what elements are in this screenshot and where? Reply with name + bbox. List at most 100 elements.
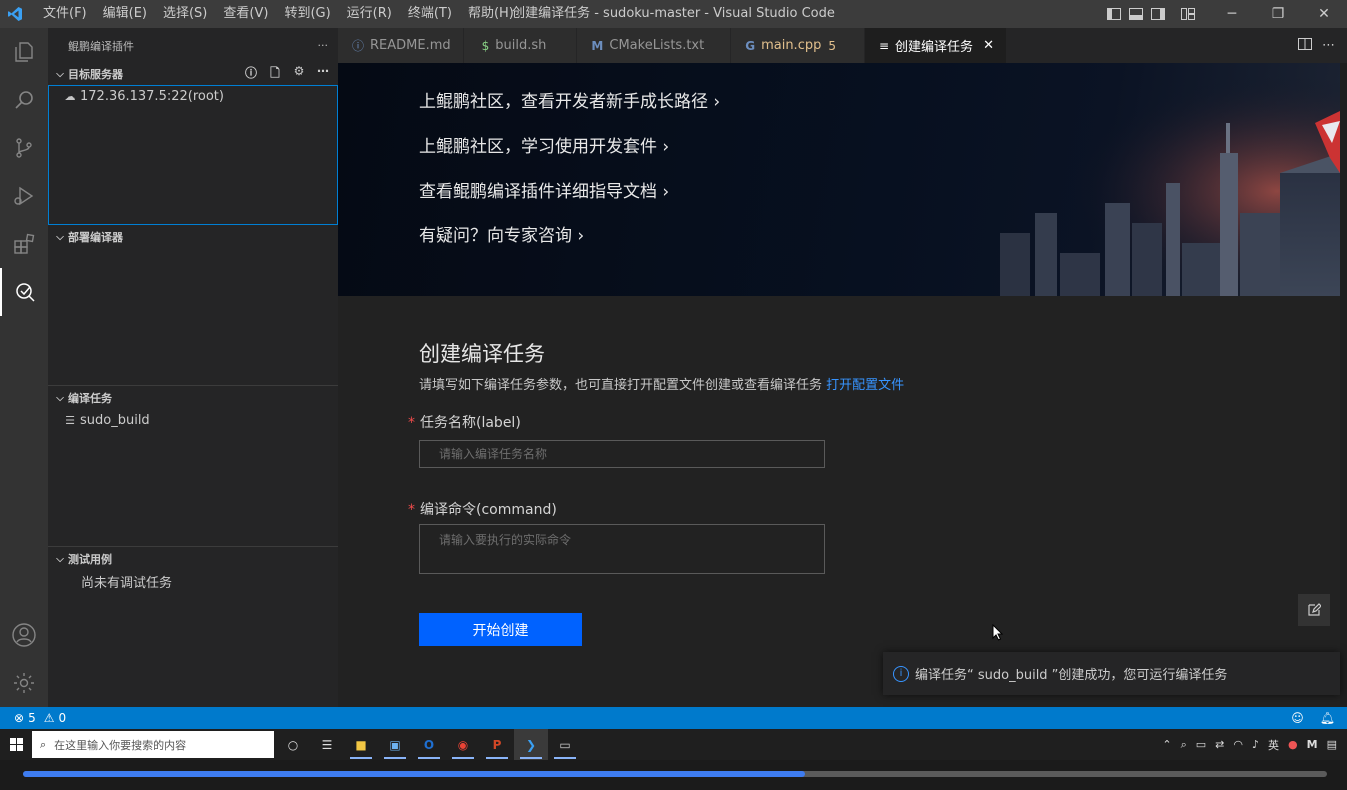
wifi-icon[interactable]: ◠ (1233, 738, 1243, 751)
toggle-secondary-sidebar-icon[interactable] (1147, 0, 1169, 28)
lines-icon: ≡ (878, 38, 890, 53)
terminal-icon[interactable]: ▭ (548, 729, 582, 760)
menu-run[interactable]: 运行(R) (339, 0, 400, 28)
vscode-logo-icon (0, 0, 30, 28)
tab-readme[interactable]: ⓘ README.md (338, 28, 464, 63)
info-icon: ⓘ (352, 39, 365, 53)
settings-gear-icon[interactable] (0, 659, 48, 707)
empty-test-message: 尚未有调试任务 (81, 575, 173, 591)
help-icon[interactable]: ⓘ (242, 64, 260, 85)
required-mark: * (408, 415, 415, 431)
vscode-task-icon[interactable]: ❯ (514, 729, 548, 760)
account-icon[interactable] (0, 611, 48, 659)
outlook-icon[interactable]: O (412, 729, 446, 760)
search-placeholder: 在这里输入你要搜索的内容 (54, 738, 187, 752)
microphone-icon[interactable]: ⌕ (1181, 738, 1187, 752)
remote-desktop-icon[interactable]: ▣ (378, 729, 412, 760)
command-label: * 编译命令(command) (408, 502, 557, 518)
open-config-link[interactable]: 打开配置文件 (826, 378, 904, 393)
banner-link-ask-expert[interactable]: 有疑问？向专家咨询 › (419, 221, 584, 246)
menu-edit[interactable]: 编辑(E) (95, 0, 155, 28)
chevron-down-icon: ⌵ (56, 68, 64, 80)
file-explorer-icon[interactable]: ■ (344, 729, 378, 760)
chevron-down-icon: ⌵ (56, 553, 64, 565)
windows-taskbar: ⌕ 在这里输入你要搜索的内容 ○ ☰ ■ ▣ O ◉ P ❯ ▭ ⌃ ⌕ ▭ ⇄… (0, 729, 1347, 760)
banner-link-dev-kit[interactable]: 上鲲鹏社区，学习使用开发套件 › (419, 132, 669, 157)
sidebar-more-icon[interactable]: ··· (318, 39, 329, 52)
tab-cmakelists[interactable]: M CMakeLists.txt (577, 28, 732, 63)
taskbar-search[interactable]: ⌕ 在这里输入你要搜索的内容 (32, 731, 274, 758)
volume-icon[interactable]: ♪ (1252, 738, 1259, 751)
section-title: 目标服务器 (68, 68, 123, 81)
source-control-icon[interactable] (0, 124, 48, 172)
sidebar-header: 鲲鹏编译插件 ··· (48, 28, 338, 63)
divider (48, 546, 338, 547)
run-debug-icon[interactable] (0, 172, 48, 220)
input-language[interactable]: 英 (1268, 737, 1279, 753)
gear-icon[interactable]: ⚙ (290, 64, 308, 85)
tab-create-compile-task[interactable]: ≡ 创建编译任务 ✕ (864, 28, 1007, 63)
tab-label: CMakeLists.txt (609, 38, 705, 53)
search-icon[interactable] (0, 76, 48, 124)
tab-build-sh[interactable]: $ build.sh (463, 28, 578, 63)
toggle-primary-sidebar-icon[interactable] (1103, 0, 1125, 28)
menu-view[interactable]: 查看(V) (215, 0, 276, 28)
action-center-icon[interactable]: ▤ (1327, 738, 1337, 751)
form-title: 创建编译任务 (419, 342, 545, 366)
problems-indicator[interactable]: ⊗ 5 ⚠ 0 (0, 711, 66, 725)
banner-link-growth-path[interactable]: 上鲲鹏社区，查看开发者新手成长路径 › (419, 87, 720, 112)
menu-help[interactable]: 帮助(H) (460, 0, 522, 28)
chrome-icon[interactable]: ◉ (446, 729, 480, 760)
notification-toast: i 编译任务“ sudo_build ”创建成功，您可运行编译任务 (883, 652, 1340, 695)
powerpoint-icon[interactable]: P (480, 729, 514, 760)
warning-icon: ⚠ (43, 711, 55, 725)
problem-badge: 5 (828, 38, 836, 53)
split-editor-icon[interactable] (1298, 37, 1312, 54)
menu-terminal[interactable]: 终端(T) (400, 0, 460, 28)
close-icon[interactable]: ✕ (983, 38, 994, 53)
more-icon[interactable]: ⋯ (314, 64, 332, 85)
info-icon: i (893, 665, 909, 682)
battery-icon[interactable]: ▭ (1196, 738, 1206, 751)
editor-scrollbar[interactable] (1340, 63, 1347, 707)
command-textarea[interactable] (419, 524, 825, 574)
new-file-icon[interactable]: 🗋 (266, 64, 284, 85)
feedback-icon[interactable]: ☺ (1291, 711, 1304, 725)
minimize-icon[interactable]: ─ (1209, 0, 1255, 28)
section-target-servers-header[interactable]: ⌵ 目标服务器 ⓘ 🗋 ⚙ ⋯ (48, 63, 338, 85)
customize-layout-icon[interactable] (1177, 0, 1199, 28)
close-window-icon[interactable]: ✕ (1301, 0, 1347, 28)
section-test-cases-header[interactable]: ⌵ 测试用例 (48, 548, 338, 570)
app-tray-icon[interactable]: M (1307, 738, 1318, 751)
more-actions-icon[interactable]: ⋯ (1322, 38, 1335, 53)
cortana-icon[interactable]: ○ (276, 729, 310, 760)
windows-start-icon[interactable] (0, 729, 32, 760)
system-tray: ⌃ ⌕ ▭ ⇄ ◠ ♪ 英 ● M ▤ (1162, 737, 1347, 753)
menu-file[interactable]: 文件(F) (35, 0, 95, 28)
tab-main-cpp[interactable]: G main.cpp 5 (731, 28, 865, 63)
task-item[interactable]: ☰ sudo_build (48, 409, 338, 431)
explorer-icon[interactable] (0, 28, 48, 76)
start-create-button[interactable]: 开始创建 (419, 613, 582, 646)
section-title: 编译任务 (68, 392, 112, 405)
chevron-up-icon[interactable]: ⌃ (1162, 738, 1171, 751)
restore-icon[interactable]: ❐ (1255, 0, 1301, 28)
network-icon[interactable]: ⇄ (1215, 738, 1224, 751)
city-skyline-image (920, 63, 1340, 296)
menu-go[interactable]: 转到(G) (276, 0, 338, 28)
section-title: 部署编译器 (68, 231, 123, 244)
kunpeng-compiler-icon[interactable] (0, 268, 48, 316)
mouse-cursor-icon (992, 624, 1004, 641)
extensions-icon[interactable] (0, 220, 48, 268)
section-deploy-compiler-header[interactable]: ⌵ 部署编译器 (48, 226, 338, 248)
task-view-icon[interactable]: ☰ (310, 729, 344, 760)
edit-note-icon[interactable] (1298, 594, 1330, 626)
banner-link-plugin-docs[interactable]: 查看鲲鹏编译插件详细指导文档 › (419, 177, 669, 202)
toggle-panel-icon[interactable] (1125, 0, 1147, 28)
antivirus-icon[interactable]: ● (1288, 738, 1298, 751)
section-compile-tasks-header[interactable]: ⌵ 编译任务 (48, 387, 338, 409)
menu-selection[interactable]: 选择(S) (155, 0, 215, 28)
notifications-bell-icon[interactable]: 🔔︎ (1320, 711, 1335, 725)
task-name-input[interactable] (419, 440, 825, 468)
progress-bar[interactable] (23, 771, 1327, 777)
